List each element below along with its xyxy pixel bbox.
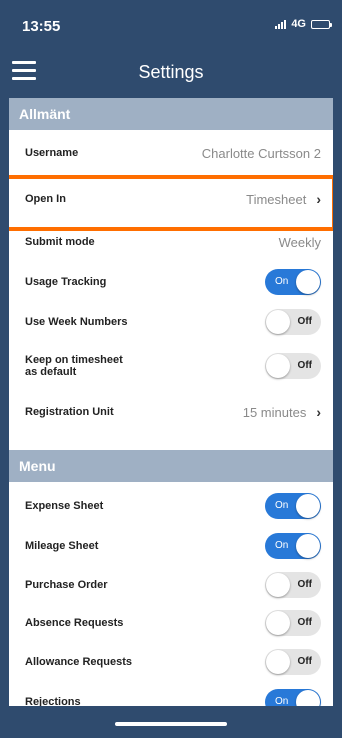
menu-item-label: Absence Requests [25,617,124,629]
chevron-right-icon: › [316,191,321,207]
toggle-state-label: Off [297,316,312,327]
toggle-state-label: Off [297,656,312,667]
toggle-state-label: On [275,696,289,706]
toggle-knob [296,690,320,706]
submit-mode-label: Submit mode [25,236,95,248]
registration-unit-value: 15 minutes [242,404,307,420]
toggle-knob [266,611,290,635]
keep-on-timesheet-toggle[interactable]: Off [265,353,321,379]
toggle-state-label: On [275,540,289,551]
toggle-state-label: Off [297,617,312,628]
row-registration-unit[interactable]: Registration Unit 15 minutes › [9,390,333,434]
row-open-in[interactable]: Open In Timesheet › [9,176,333,222]
open-in-label: Open In [25,193,66,205]
keep-on-timesheet-label-line1: Keep on timesheet [25,354,123,366]
row-absence-requests: Absence Requests Off [9,604,333,642]
status-indicators: 4G [275,18,332,30]
mileage-sheet-toggle[interactable]: On [265,533,321,559]
status-time: 13:55 [22,18,61,35]
network-type: 4G [291,18,306,30]
usage-tracking-toggle[interactable]: On [265,269,321,295]
toggle-state-label: On [275,276,289,287]
nav-bar: Settings [0,48,342,98]
menu-item-label: Mileage Sheet [25,540,99,552]
status-bar: 13:55 4G [0,0,342,48]
settings-list[interactable]: Allmänt Username Charlotte Curtsson 2 Op… [9,98,333,706]
home-indicator[interactable] [115,722,227,726]
absence-requests-toggle[interactable]: Off [265,610,321,636]
row-keep-on-timesheet: Keep on timesheet as default Off [9,342,333,390]
username-value: Charlotte Curtsson 2 [201,145,321,161]
purchase-order-toggle[interactable]: Off [265,572,321,598]
toggle-knob [266,650,290,674]
keep-on-timesheet-label-line2: as default [25,366,77,378]
menu-item-label: Allowance Requests [25,656,132,668]
toggle-knob [296,494,320,518]
keep-on-timesheet-label: Keep on timesheet as default [25,354,265,378]
toggle-state-label: On [275,500,289,511]
page-title: Settings [138,62,204,82]
toggle-state-label: Off [297,579,312,590]
menu-item-label: Expense Sheet [25,500,104,512]
signal-icon [275,19,287,29]
registration-unit-label: Registration Unit [25,406,114,418]
row-use-week-numbers: Use Week Numbers Off [9,302,333,342]
row-usage-tracking: Usage Tracking On [9,262,333,302]
row-allowance-requests: Allowance Requests Off [9,642,333,682]
menu-item-label: Purchase Order [25,579,108,591]
row-purchase-order: Purchase Order Off [9,566,333,604]
toggle-knob [266,310,290,334]
toggle-state-label: Off [297,360,312,371]
menu-item-label: Rejections [25,696,81,706]
section-header-general: Allmänt [9,98,333,130]
use-week-numbers-toggle[interactable]: Off [265,309,321,335]
submit-mode-value: Weekly [278,234,321,250]
use-week-numbers-label: Use Week Numbers [25,316,128,328]
row-rejections: Rejections On [9,682,333,706]
toggle-knob [266,354,290,378]
rejections-toggle[interactable]: On [265,689,321,706]
section-header-menu: Menu [9,450,333,482]
chevron-right-icon: › [316,404,321,420]
open-in-value: Timesheet [246,191,307,207]
row-submit-mode: Submit mode Weekly [9,222,333,262]
toggle-knob [266,573,290,597]
row-expense-sheet: Expense Sheet On [9,486,333,526]
home-bar [0,706,342,738]
username-label: Username [25,147,79,159]
expense-sheet-toggle[interactable]: On [265,493,321,519]
usage-tracking-label: Usage Tracking [25,276,107,288]
battery-icon [311,19,332,29]
toggle-knob [296,534,320,558]
toggle-knob [296,270,320,294]
row-username: Username Charlotte Curtsson 2 [9,130,333,176]
allowance-requests-toggle[interactable]: Off [265,649,321,675]
row-mileage-sheet: Mileage Sheet On [9,526,333,566]
